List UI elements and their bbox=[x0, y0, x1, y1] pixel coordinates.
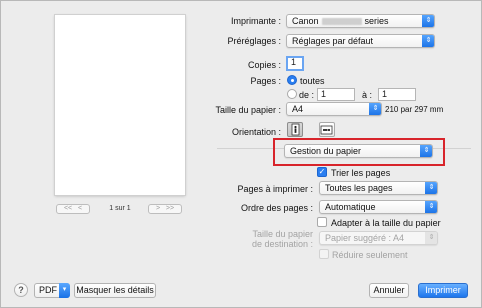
chevron-updown-icon: ⇕ bbox=[422, 35, 434, 47]
page-order-label: Ordre des pages : bbox=[240, 203, 313, 213]
pages-all-label: toutes bbox=[300, 76, 325, 86]
chevron-updown-icon: ⇕ bbox=[425, 182, 437, 194]
prev-page-icon: < bbox=[77, 205, 83, 212]
presets-label: Préréglages : bbox=[227, 36, 281, 46]
section-select-value: Gestion du papier bbox=[290, 146, 362, 156]
pages-to-input[interactable]: 1 bbox=[378, 88, 416, 101]
paper-size-dimensions: 210 par 297 mm bbox=[385, 105, 444, 114]
pages-to-print-value: Toutes les pages bbox=[325, 183, 393, 193]
orientation-landscape-button[interactable] bbox=[319, 122, 335, 137]
first-page-icon: << bbox=[63, 205, 73, 212]
pages-from-label: de : bbox=[299, 90, 315, 100]
hide-details-button[interactable]: Masquer les détails bbox=[74, 283, 156, 298]
last-page-icon: >> bbox=[165, 205, 175, 212]
paper-size-select[interactable]: A4 ⇕ bbox=[286, 102, 382, 116]
scale-to-fit-label: Adapter à la taille du papier bbox=[331, 218, 441, 228]
pages-label: Pages : bbox=[250, 76, 281, 86]
preview-pager: << < 1 sur 1 > >> bbox=[56, 204, 186, 216]
chevron-updown-icon: ⇕ bbox=[425, 232, 437, 244]
chevron-updown-icon: ⇕ bbox=[420, 145, 432, 157]
page-order-value: Automatique bbox=[325, 202, 376, 212]
pages-to-print-label: Pages à imprimer : bbox=[237, 184, 313, 194]
help-button[interactable]: ? bbox=[14, 283, 28, 297]
chevron-down-icon: ▾ bbox=[59, 283, 70, 298]
pages-from-input[interactable]: 1 bbox=[317, 88, 355, 101]
preview-prev-button[interactable]: << < bbox=[56, 204, 90, 214]
page-count: 1 sur 1 bbox=[109, 205, 131, 212]
destination-size-label-line2: de destination : bbox=[251, 239, 313, 249]
paper-size-value: A4 bbox=[292, 104, 304, 114]
print-dialog: << < 1 sur 1 > >> Imprimante : Canon seri… bbox=[0, 0, 482, 308]
preview-next-button[interactable]: > >> bbox=[148, 204, 182, 214]
paper-size-label: Taille du papier : bbox=[215, 105, 281, 115]
pages-range-radio[interactable] bbox=[287, 89, 297, 99]
printer-model-redacted bbox=[321, 18, 362, 26]
orientation-label: Orientation : bbox=[231, 127, 281, 137]
pages-to-print-select[interactable]: Toutes les pages ⇕ bbox=[319, 181, 438, 195]
destination-size-label-line1: Taille du papier bbox=[252, 229, 313, 239]
collate-checkbox[interactable]: ✓ bbox=[317, 167, 327, 177]
pages-to-label: à : bbox=[362, 90, 373, 100]
destination-size-select[interactable]: Papier suggéré : A4 ⇕ bbox=[319, 231, 438, 245]
presets-value: Réglages par défaut bbox=[292, 36, 374, 46]
destination-size-value: Papier suggéré : A4 bbox=[325, 233, 405, 243]
copies-input[interactable]: 1 bbox=[286, 56, 304, 71]
presets-select[interactable]: Réglages par défaut ⇕ bbox=[286, 34, 435, 48]
question-icon: ? bbox=[18, 285, 24, 295]
landscape-icon bbox=[320, 125, 333, 135]
scale-to-fit-checkbox[interactable] bbox=[317, 217, 327, 227]
section-select[interactable]: Gestion du papier ⇕ bbox=[284, 144, 433, 158]
pages-all-radio[interactable] bbox=[287, 75, 297, 85]
printer-value-suffix: series bbox=[364, 16, 389, 26]
scale-down-only-label: Réduire seulement bbox=[332, 250, 408, 260]
chevron-updown-icon: ⇕ bbox=[422, 15, 434, 27]
next-page-icon: > bbox=[155, 205, 161, 212]
copies-label: Copies : bbox=[247, 60, 281, 70]
scale-down-only-checkbox[interactable] bbox=[319, 249, 329, 259]
portrait-icon bbox=[291, 123, 300, 136]
pdf-label: PDF bbox=[39, 285, 57, 295]
collate-label: Trier les pages bbox=[331, 168, 391, 178]
page-preview bbox=[55, 15, 185, 195]
print-button[interactable]: Imprimer bbox=[418, 283, 468, 298]
orientation-portrait-button[interactable] bbox=[287, 122, 303, 137]
printer-select[interactable]: Canon series ⇕ bbox=[286, 14, 435, 28]
printer-label: Imprimante : bbox=[230, 16, 281, 26]
chevron-updown-icon: ⇕ bbox=[369, 103, 381, 115]
chevron-updown-icon: ⇕ bbox=[425, 201, 437, 213]
pdf-menu-button[interactable]: PDF ▾ bbox=[34, 283, 70, 298]
cancel-button[interactable]: Annuler bbox=[369, 283, 409, 298]
page-order-select[interactable]: Automatique ⇕ bbox=[319, 200, 438, 214]
printer-value-prefix: Canon bbox=[292, 16, 319, 26]
